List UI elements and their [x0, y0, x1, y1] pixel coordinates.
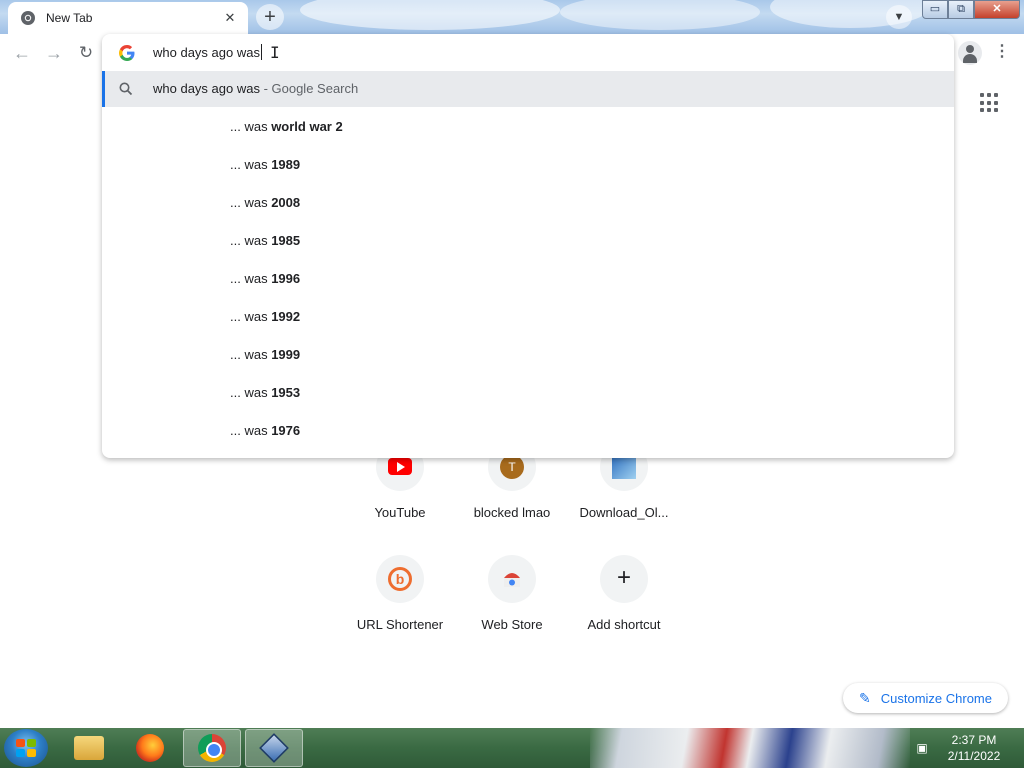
list-item[interactable]: ... was 1992	[102, 298, 954, 336]
reload-icon[interactable]: ↻	[73, 40, 99, 66]
customize-chrome-button[interactable]: ✎ Customize Chrome	[843, 683, 1008, 713]
suggestion-text: who days ago was - Google Search	[153, 81, 359, 96]
list-item[interactable]: ... was world war 2	[102, 108, 954, 146]
bitly-icon: b	[388, 567, 412, 591]
network-icon[interactable]: ▣	[914, 740, 930, 756]
taskbar: ▣ 2:37 PM 2/11/2022	[0, 728, 1024, 768]
list-item[interactable]: ... was 1996	[102, 260, 954, 298]
profile-avatar-icon[interactable]	[958, 41, 982, 65]
youtube-icon	[388, 458, 412, 475]
search-icon	[119, 82, 133, 96]
shortcut-url-shortener[interactable]: b URL Shortener	[344, 555, 456, 632]
virtualbox-icon	[259, 733, 289, 763]
shortcut-label: Add shortcut	[587, 617, 661, 632]
taskbar-chrome[interactable]	[183, 729, 241, 767]
title-bar: New Tab ✕ + ▼ ▭ ⧉ ✕	[0, 0, 1024, 34]
system-clock[interactable]: 2:37 PM 2/11/2022	[940, 732, 1008, 764]
shortcut-label: Web Store	[481, 617, 543, 632]
shortcut-label: URL Shortener	[356, 617, 444, 632]
plus-icon: +	[616, 564, 631, 591]
taskbar-file-explorer[interactable]	[60, 729, 118, 767]
firefox-icon	[136, 734, 164, 762]
close-window-button[interactable]: ✕	[974, 0, 1020, 19]
list-item[interactable]: ... was 1985	[102, 222, 954, 260]
shortcut-tile: b	[376, 555, 424, 603]
close-icon[interactable]: ✕	[222, 10, 238, 26]
wallpaper-art	[590, 728, 910, 768]
minimize-button[interactable]: ▭	[922, 0, 948, 19]
address-bar[interactable]: who days ago was I	[102, 34, 954, 72]
search-input[interactable]: who days ago was	[153, 44, 262, 62]
window-controls: ▭ ⧉ ✕	[922, 0, 1020, 20]
folder-icon	[74, 736, 104, 760]
omnibox-dropdown: who days ago was I who days ago was - Go…	[102, 34, 954, 458]
pencil-icon: ✎	[859, 689, 871, 706]
tab-title: New Tab	[46, 11, 93, 25]
web-store-icon	[504, 573, 520, 587]
shortcut-web-store[interactable]: Web Store	[456, 555, 568, 632]
shortcut-label: blocked lmao	[473, 505, 551, 520]
suggestion-list: ... was world war 2 ... was 1989 ... was…	[102, 108, 954, 450]
list-item[interactable]: ... was 2008	[102, 184, 954, 222]
site-favicon-icon	[612, 455, 636, 479]
windows-logo-icon	[16, 739, 36, 757]
taskbar-virtualbox[interactable]	[245, 729, 303, 767]
more-menu-icon[interactable]: ⋮	[992, 40, 1012, 66]
list-item[interactable]: ... was 1989	[102, 146, 954, 184]
back-arrow-icon[interactable]: ←	[9, 40, 35, 66]
customize-label: Customize Chrome	[880, 690, 992, 706]
start-button[interactable]	[4, 729, 48, 767]
clock-date: 2/11/2022	[947, 749, 1001, 763]
chrome-icon	[198, 734, 226, 762]
maximize-button[interactable]: ⧉	[948, 0, 974, 19]
add-shortcut-button[interactable]: + Add shortcut	[568, 555, 680, 632]
text-cursor-icon: I	[270, 43, 280, 62]
clock-time: 2:37 PM	[951, 733, 997, 747]
suggestion-google-search[interactable]: who days ago was - Google Search	[102, 71, 954, 107]
new-tab-button[interactable]: +	[256, 4, 284, 30]
letter-avatar-icon: T	[500, 455, 524, 479]
shortcut-label: YouTube	[374, 505, 426, 520]
chevron-down-icon[interactable]: ▼	[886, 5, 912, 29]
list-item[interactable]: ... was 1976	[102, 412, 954, 450]
wallpaper-cloud	[560, 0, 760, 30]
selection-indicator	[102, 71, 105, 107]
google-apps-icon[interactable]	[980, 93, 1000, 113]
taskbar-firefox[interactable]	[121, 729, 179, 767]
forward-arrow-icon[interactable]: →	[41, 40, 67, 66]
tab-new-tab[interactable]: New Tab ✕	[8, 2, 248, 34]
chrome-favicon-icon	[21, 11, 35, 25]
shortcut-label: Download_Ol...	[579, 505, 669, 520]
list-item[interactable]: ... was 1999	[102, 336, 954, 374]
google-logo-icon	[119, 45, 135, 61]
wallpaper-cloud	[300, 0, 560, 30]
shortcut-tile: +	[600, 555, 648, 603]
list-item[interactable]: ... was 1953	[102, 374, 954, 412]
shortcut-tile	[488, 555, 536, 603]
